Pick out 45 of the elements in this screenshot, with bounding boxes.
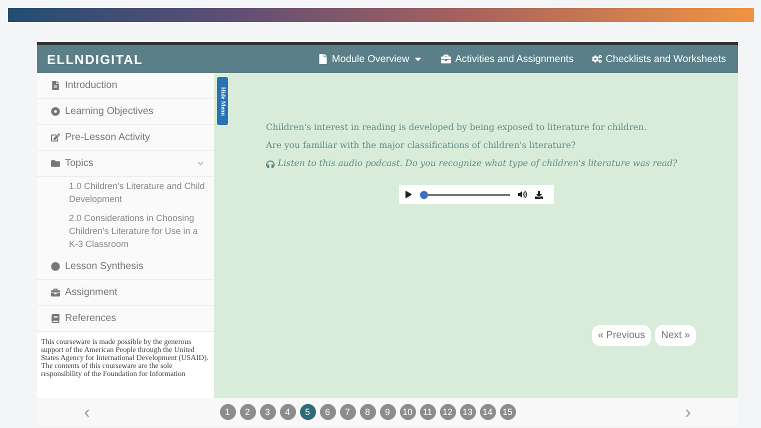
page-dot[interactable]: 1 xyxy=(220,404,236,420)
document-icon xyxy=(51,81,60,90)
page-dot[interactable]: 12 xyxy=(440,404,456,420)
page-dot[interactable]: 7 xyxy=(340,404,356,420)
briefcase-icon xyxy=(51,288,60,297)
page-dot[interactable]: 10 xyxy=(400,404,416,420)
edit-icon xyxy=(51,133,60,142)
page-dot[interactable]: 3 xyxy=(260,404,276,420)
submenu-item[interactable]: 2.0 Considerations in Choosing Children's Literature for Use in a K-3 Classroom xyxy=(37,209,214,254)
volume-icon[interactable] xyxy=(518,190,527,199)
progress-thumb[interactable] xyxy=(420,190,428,198)
document-icon xyxy=(318,54,328,64)
next-button[interactable]: Next » xyxy=(655,325,696,346)
briefcase-icon xyxy=(441,54,452,64)
nav-link[interactable]: Checklists and Worksheets xyxy=(592,54,726,64)
menu-item[interactable]: Topics xyxy=(37,151,214,177)
gears-icon xyxy=(592,54,602,64)
previous-arrow[interactable]: ‹ xyxy=(37,402,137,422)
page-dot[interactable]: 11 xyxy=(420,404,436,420)
previous-button[interactable]: « Previous xyxy=(592,325,652,346)
paragraph: Are you familiar with the major classifications of children's literature? xyxy=(266,141,577,151)
page-dot[interactable]: 6 xyxy=(320,404,336,420)
target-icon xyxy=(51,107,60,116)
book-icon xyxy=(51,314,60,323)
page-dot[interactable]: 15 xyxy=(500,404,516,420)
page-dot[interactable]: 14 xyxy=(480,404,496,420)
folder-icon xyxy=(51,159,60,168)
nav-link[interactable]: Activities and Assignments xyxy=(441,54,574,64)
page-dot[interactable]: 2 xyxy=(240,404,256,420)
headphones-icon xyxy=(266,160,275,168)
submenu-item[interactable]: 1.0 Children's Literature and Child Development xyxy=(37,177,214,209)
paragraph: Children's interest in reading is developed by being exposed to literature for children. xyxy=(266,123,648,133)
page-dot[interactable]: 5 xyxy=(300,404,316,420)
paragraph: Listen to this audio podcast. Do you recognize what type of children's literature was read? xyxy=(266,159,696,169)
next-arrow[interactable]: › xyxy=(638,402,738,422)
page-dot[interactable]: 4 xyxy=(280,404,296,420)
page-dot[interactable]: 8 xyxy=(360,404,376,420)
play-icon[interactable] xyxy=(405,191,412,198)
nav-link[interactable]: Module Overview xyxy=(318,54,424,64)
audio-player[interactable] xyxy=(399,185,554,204)
circle-icon xyxy=(51,262,60,271)
page-dot[interactable]: 13 xyxy=(460,404,476,420)
page-dot[interactable]: 9 xyxy=(380,404,396,420)
download-icon[interactable] xyxy=(535,190,543,198)
logo: ELLNDIGITAL xyxy=(47,52,144,66)
